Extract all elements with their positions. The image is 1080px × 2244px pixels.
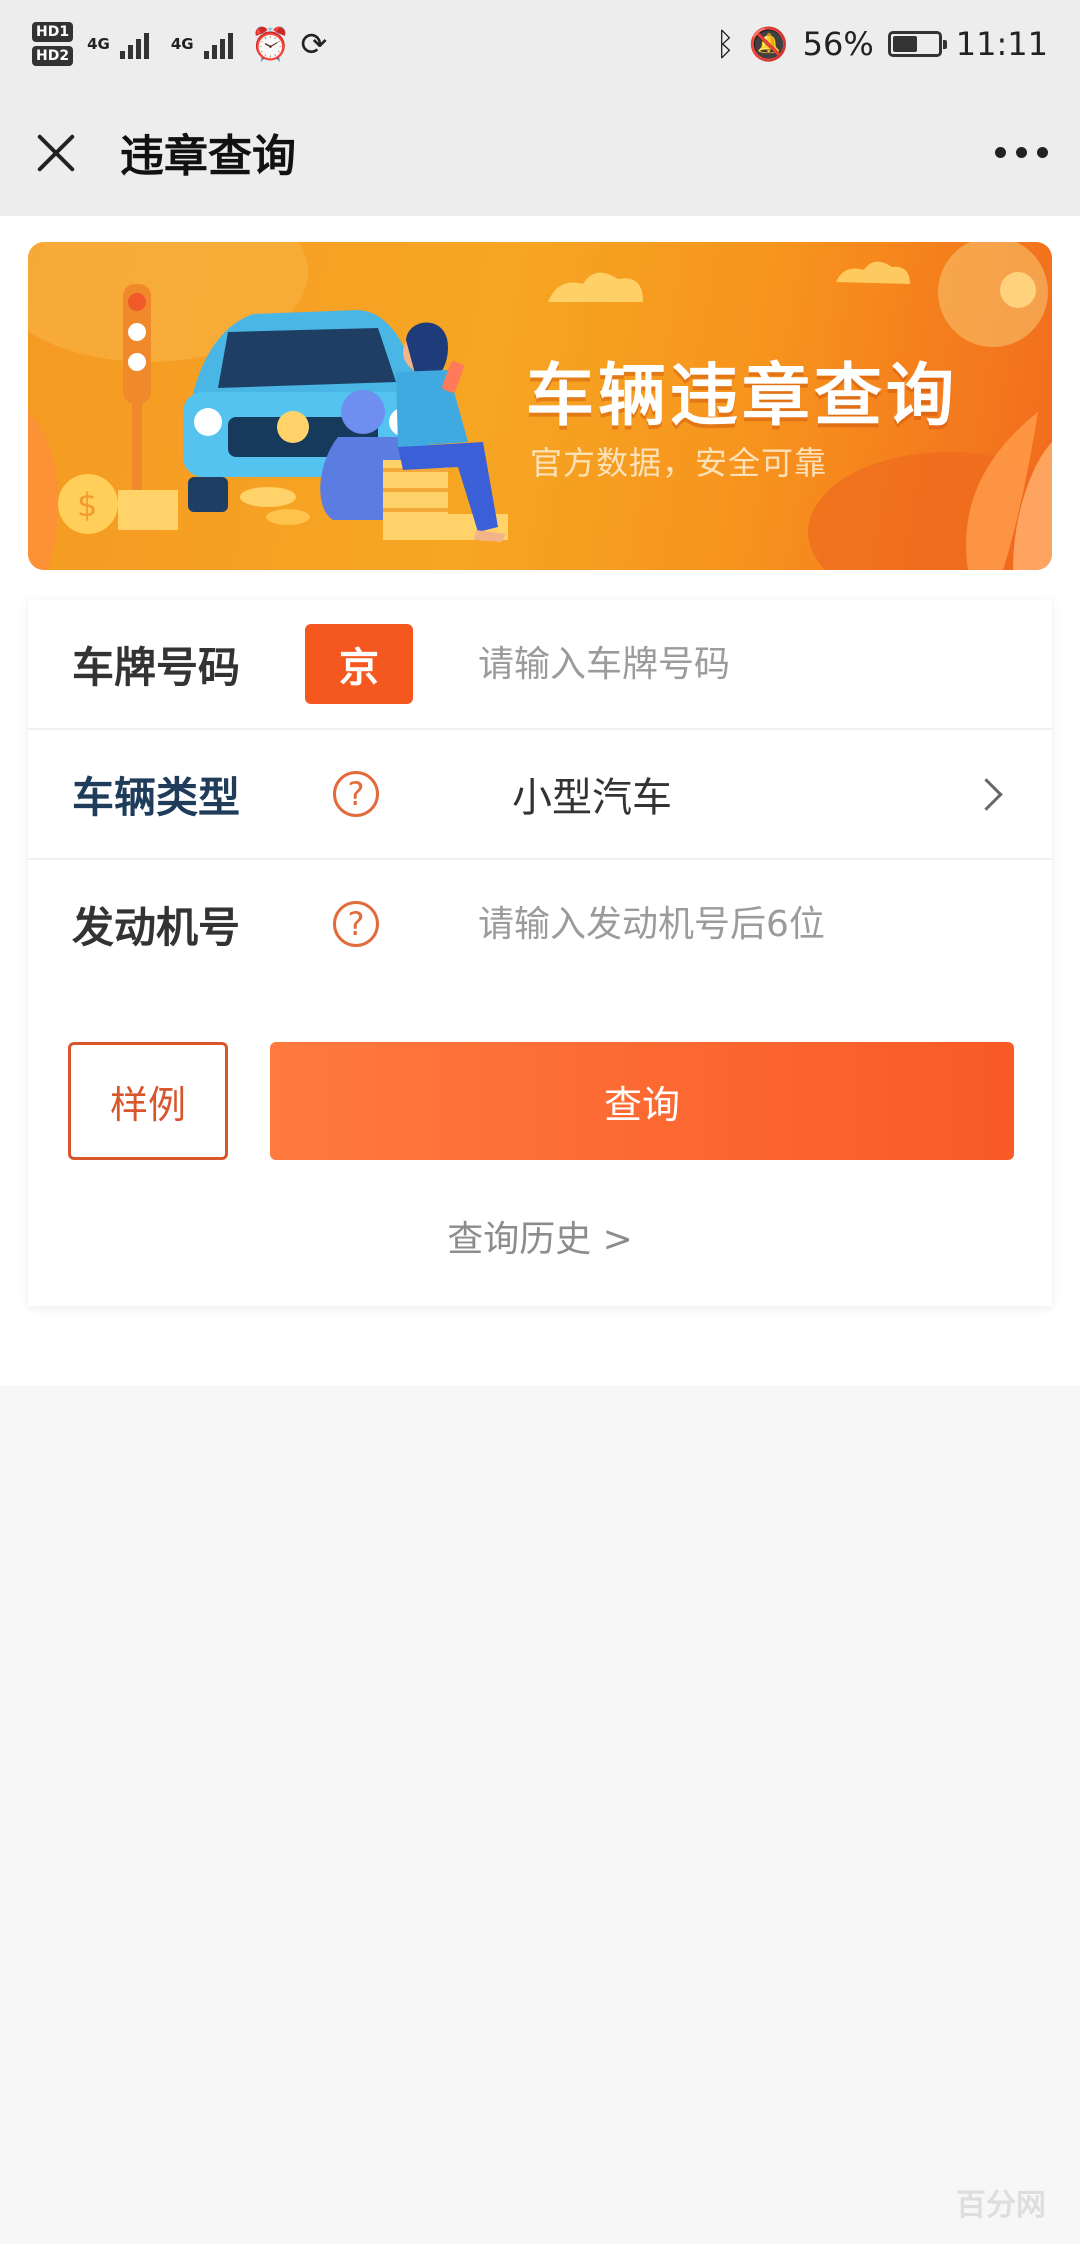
- close-icon[interactable]: [32, 128, 80, 176]
- chevron-right-icon[interactable]: [970, 777, 1003, 811]
- query-history-link[interactable]: 查询历史 >: [28, 1210, 1052, 1262]
- plate-row: 车牌号码 京: [28, 600, 1052, 730]
- vehicle-type-select[interactable]: 小型汽车: [512, 765, 672, 823]
- hd1-icon: HD1: [32, 22, 74, 42]
- status-left: HD1 HD2 4G 4G ⏰ ⟳: [32, 22, 327, 66]
- status-right: ᛒ 🔕 56% 11:11: [716, 25, 1048, 63]
- plate-label: 车牌号码: [72, 642, 241, 692]
- hd-indicators: HD1 HD2: [32, 22, 74, 66]
- question-icon[interactable]: ?: [333, 771, 379, 817]
- battery-icon: [887, 31, 947, 57]
- signal-icon: [203, 29, 233, 59]
- province-selector-button[interactable]: 京: [305, 624, 413, 704]
- engine-number-input[interactable]: [476, 883, 1020, 965]
- engine-row: 发动机号 ?: [28, 860, 1052, 988]
- battery-fill: [892, 36, 918, 52]
- mute-icon: 🔕: [748, 25, 789, 63]
- engine-label: 发动机号: [72, 902, 241, 952]
- network-type-2: 4G: [170, 35, 194, 53]
- more-icon[interactable]: [995, 146, 1048, 158]
- question-icon[interactable]: ?: [333, 901, 379, 947]
- clock: 11:11: [955, 25, 1048, 63]
- alarm-icon: ⏰: [250, 25, 291, 63]
- promo-banner: $ 车辆违章查询 官方数据，安全可靠: [28, 242, 1052, 570]
- title-bar: 违章查询: [0, 88, 1080, 216]
- battery-percent: 56%: [802, 25, 874, 63]
- status-bar: HD1 HD2 4G 4G ⏰ ⟳ ᛒ 🔕 56% 11:11: [0, 0, 1080, 88]
- bluetooth-icon: ᛒ: [715, 25, 735, 63]
- hd2-icon: HD2: [32, 46, 74, 66]
- signal-icon: [119, 29, 149, 59]
- example-button[interactable]: 样例: [68, 1042, 228, 1160]
- sync-icon: ⟳: [300, 25, 328, 63]
- banner-subtitle: 官方数据，安全可靠: [530, 444, 828, 482]
- query-button[interactable]: 查询: [270, 1042, 1014, 1160]
- svg-text:$: $: [77, 486, 97, 524]
- vehicle-type-row[interactable]: 车辆类型 ? 小型汽车: [28, 730, 1052, 860]
- query-form-card: 车牌号码 京 车辆类型 ? 小型汽车 发动机号 ? 样例 查询 查询历史 >: [28, 600, 1052, 1306]
- plate-number-input[interactable]: [476, 623, 1020, 705]
- vehicle-type-label: 车辆类型: [72, 772, 241, 822]
- page-title: 违章查询: [120, 131, 296, 182]
- banner-title: 车辆违章查询: [526, 357, 959, 436]
- watermark: 百分网: [956, 2188, 1046, 2223]
- main-content: $ 车辆违章查询 官方数据，安全可靠 车牌号码 京 请输入车牌号码 车辆类型 ?…: [0, 216, 1080, 1386]
- network-type-1: 4G: [87, 35, 110, 53]
